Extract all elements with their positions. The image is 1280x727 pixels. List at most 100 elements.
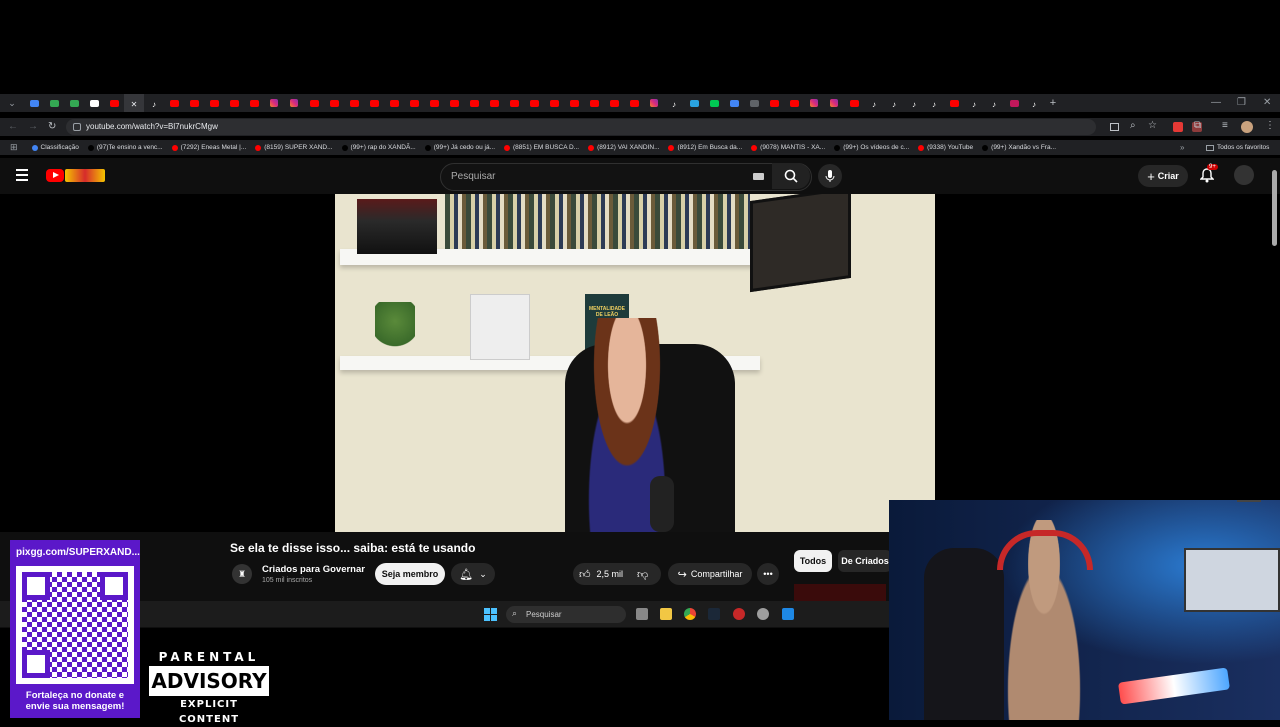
url-bar[interactable]: youtube.com/watch?v=Bl7nukrCMgw ⌕ ☆	[66, 119, 1157, 135]
browser-tab[interactable]	[164, 94, 184, 112]
create-button[interactable]: + Criar	[1138, 165, 1188, 187]
browser-tab[interactable]	[24, 94, 44, 112]
extensions-puzzle-icon[interactable]: ⧉	[1194, 120, 1201, 131]
search-button[interactable]	[772, 163, 810, 189]
page-scrollbar[interactable]	[1272, 170, 1277, 246]
browser-tab[interactable]	[324, 94, 344, 112]
browser-tab[interactable]	[764, 94, 784, 112]
youtube-doodle-logo[interactable]	[65, 169, 105, 182]
reload-icon[interactable]: ↻	[48, 121, 56, 132]
browser-tab[interactable]: ♪	[924, 94, 944, 112]
keyboard-icon[interactable]	[753, 173, 764, 180]
app-icon[interactable]	[782, 608, 794, 620]
bookmark-item[interactable]: (99+) Os vídeos de c...	[834, 144, 909, 151]
file-explorer-icon[interactable]	[660, 608, 672, 620]
bookmark-item[interactable]: (99+) rap do XANDÃ...	[341, 144, 416, 151]
app-icon[interactable]	[733, 608, 745, 620]
share-button[interactable]: ↪ Compartilhar	[668, 563, 752, 585]
minimize-icon[interactable]: —	[1211, 94, 1221, 112]
reading-list-icon[interactable]: ≡	[1222, 120, 1228, 131]
browser-tab[interactable]	[104, 94, 124, 112]
more-actions-button[interactable]: •••	[757, 563, 779, 585]
recommended-thumbnail[interactable]	[794, 584, 886, 602]
hamburger-menu-icon[interactable]	[16, 169, 28, 181]
bookmark-item[interactable]: (97)Te ensino a venc...	[87, 144, 163, 151]
browser-tab[interactable]	[544, 94, 564, 112]
youtube-logo-icon[interactable]	[46, 169, 64, 182]
install-app-icon[interactable]	[1110, 123, 1119, 131]
browser-tab[interactable]	[804, 94, 824, 112]
browser-tab[interactable]	[824, 94, 844, 112]
browser-tab[interactable]	[684, 94, 704, 112]
restore-icon[interactable]: ❐	[1237, 94, 1246, 112]
close-window-icon[interactable]: ✕	[1263, 94, 1271, 112]
apps-grid-icon[interactable]: ⊞	[10, 142, 18, 153]
browser-tab[interactable]: ♪	[984, 94, 1004, 112]
site-info-icon[interactable]	[73, 123, 81, 131]
tab-search-chevron-icon[interactable]: ⌄	[0, 94, 24, 112]
new-tab-button[interactable]: +	[1044, 97, 1062, 109]
zoom-icon[interactable]: ⌕	[1130, 120, 1136, 131]
browser-tab[interactable]	[344, 94, 364, 112]
browser-tab[interactable]	[224, 94, 244, 112]
like-count[interactable]: 2,5 mil	[597, 569, 624, 579]
notifications-button[interactable]: 9+	[1199, 164, 1218, 188]
browser-tab[interactable]: ♪	[884, 94, 904, 112]
browser-tab[interactable]	[1004, 94, 1024, 112]
browser-tab[interactable]	[624, 94, 644, 112]
browser-tab[interactable]	[584, 94, 604, 112]
browser-tab[interactable]	[564, 94, 584, 112]
bookmark-item[interactable]: (99+) Já cedo ou já...	[424, 144, 495, 151]
more-bookmarks-icon[interactable]: »	[1180, 143, 1184, 152]
bookmark-item[interactable]: (9338) YouTube	[918, 144, 973, 151]
browser-tab[interactable]	[204, 94, 224, 112]
browser-tab[interactable]	[644, 94, 664, 112]
browser-tab[interactable]	[44, 94, 64, 112]
settings-icon[interactable]	[757, 608, 769, 620]
browser-tab[interactable]: ♪	[864, 94, 884, 112]
browser-tab[interactable]	[524, 94, 544, 112]
browser-tab[interactable]	[444, 94, 464, 112]
like-icon[interactable]: 👍︎	[579, 568, 591, 581]
task-view-icon[interactable]	[636, 608, 648, 620]
browser-tab[interactable]	[244, 94, 264, 112]
bookmark-item[interactable]: (8851) EM BUSCA D...	[504, 144, 579, 151]
forward-icon[interactable]: →	[28, 121, 38, 132]
bookmark-star-icon[interactable]: ☆	[1148, 120, 1157, 131]
subscribed-button[interactable]: 🔔︎ ⌄	[451, 563, 495, 585]
dislike-icon[interactable]: 👎︎	[637, 568, 648, 581]
browser-tab[interactable]: ♪	[964, 94, 984, 112]
browser-tab[interactable]	[424, 94, 444, 112]
browser-tab[interactable]	[84, 94, 104, 112]
browser-tab[interactable]	[704, 94, 724, 112]
account-avatar[interactable]	[1234, 165, 1254, 185]
bookmark-item[interactable]: (7292) Eneas Metal |...	[171, 144, 246, 151]
extension-icon[interactable]	[1173, 122, 1183, 132]
browser-tab[interactable]	[384, 94, 404, 112]
windows-start-icon[interactable]	[484, 608, 497, 621]
browser-tab[interactable]: ✕	[124, 94, 144, 112]
browser-tab[interactable]	[604, 94, 624, 112]
channel-name[interactable]: Criados para Governar	[262, 564, 365, 575]
join-button[interactable]: Seja membro	[375, 563, 445, 585]
bookmark-item[interactable]: (8912) VAI XANDIN...	[588, 144, 659, 151]
video-player[interactable]: MENTALIDADE DE LEÃO	[335, 194, 935, 532]
browser-tab[interactable]: ♪	[664, 94, 684, 112]
browser-tab[interactable]: ♪	[904, 94, 924, 112]
browser-tab[interactable]	[284, 94, 304, 112]
bookmark-item[interactable]: Classificação	[31, 144, 79, 151]
bookmark-item[interactable]: (99+) Xandão vs Fra...	[982, 144, 1056, 151]
browser-tab[interactable]	[724, 94, 744, 112]
browser-tab[interactable]	[364, 94, 384, 112]
profile-avatar[interactable]	[1241, 121, 1253, 133]
channel-avatar[interactable]: ♜	[232, 564, 252, 584]
browser-tab[interactable]: ♪	[144, 94, 164, 112]
back-icon[interactable]: ←	[8, 121, 18, 132]
voice-search-button[interactable]	[818, 164, 842, 188]
browser-tab[interactable]	[64, 94, 84, 112]
bookmark-item[interactable]: (8159) SUPER XAND...	[255, 144, 333, 151]
all-bookmarks-folder[interactable]: Todos os favoritos	[1206, 144, 1269, 151]
browser-tab[interactable]	[464, 94, 484, 112]
taskbar-search[interactable]: ⌕ Pesquisar	[506, 606, 626, 623]
browser-tab[interactable]	[944, 94, 964, 112]
